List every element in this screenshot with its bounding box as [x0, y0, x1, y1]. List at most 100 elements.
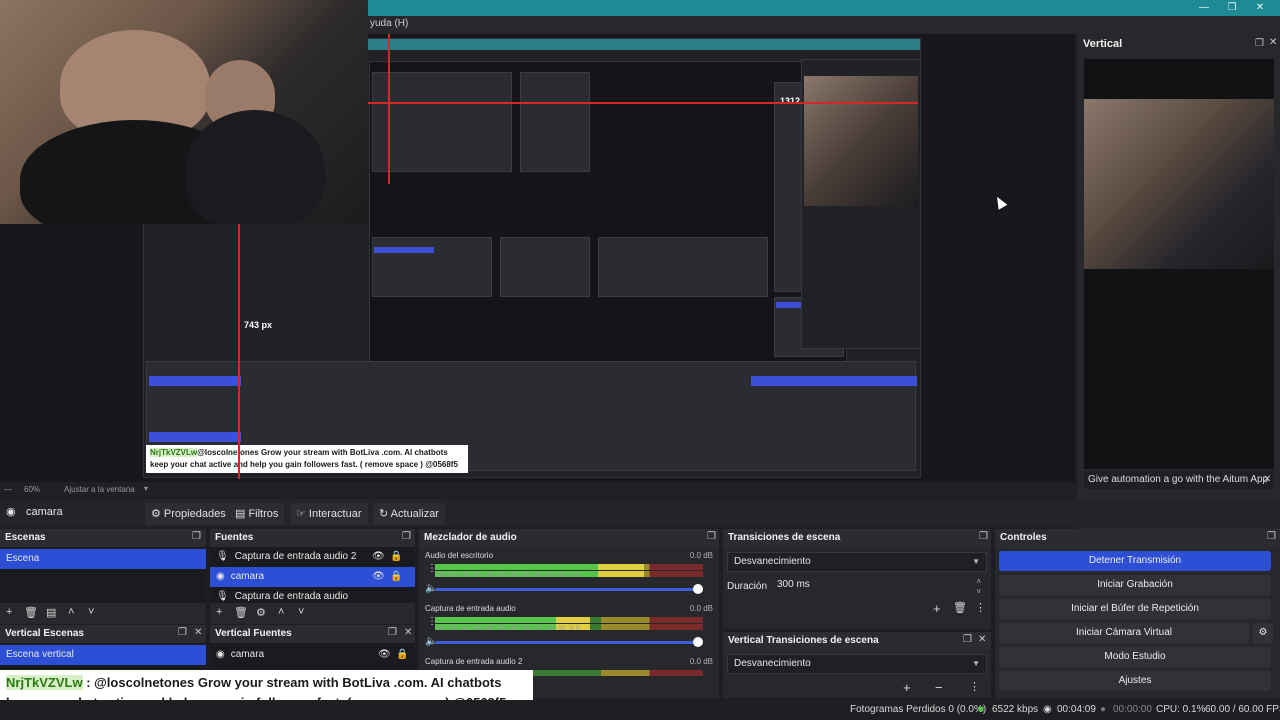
start-replay-buffer-button[interactable]: Iniciar el Búfer de Repetición: [999, 599, 1271, 619]
alignment-guide-v2: [238, 224, 240, 479]
eye-icon[interactable]: 👁: [372, 547, 385, 567]
add-icon[interactable]: +: [6, 606, 12, 618]
volume-slider[interactable]: [435, 584, 703, 594]
move-down-icon[interactable]: ˅: [298, 606, 304, 618]
vertical-scenes-header: Vertical Escenas ❐ ✕: [0, 625, 206, 643]
zoom-level[interactable]: 60%: [24, 485, 40, 494]
close-icon[interactable]: ✕: [1248, 0, 1272, 16]
controls-dock: Controles ❐ Detener Transmisión Iniciar …: [995, 529, 1280, 699]
nested-mini-mixer: [598, 237, 768, 297]
aitum-note: Give automation a go with the Aitum App: [1084, 471, 1274, 489]
vertical-dock-title: Vertical: [1083, 38, 1123, 50]
person-body-2: [185, 110, 325, 224]
stop-streaming-button[interactable]: Detener Transmisión: [999, 551, 1271, 571]
volume-knob[interactable]: [693, 584, 703, 594]
add-icon[interactable]: +: [216, 606, 222, 618]
zoom-dropdown-icon[interactable]: ▾: [144, 484, 148, 493]
gear-icon[interactable]: ⚙: [256, 606, 266, 619]
mouse-cursor-icon: [992, 194, 1008, 210]
gear-icon[interactable]: ⚙: [1253, 623, 1273, 643]
trash-icon[interactable]: 🗑: [234, 606, 248, 619]
nested-vertical-cam: [804, 76, 918, 206]
undock-icon[interactable]: ❐: [963, 634, 972, 645]
chevron-down-icon: ▼: [972, 659, 980, 668]
vertical-sources-header: Vertical Fuentes ❐ ✕: [210, 625, 415, 643]
mic-icon: 🎙: [216, 591, 229, 602]
start-recording-button[interactable]: Iniciar Grabación: [999, 575, 1271, 595]
nested-mini-scenes: [372, 237, 492, 297]
eye-icon[interactable]: 👁: [378, 645, 391, 665]
close-icon[interactable]: ✕: [1269, 37, 1277, 48]
scene-transitions-dock: Transiciones de escena ❐ Desvanecimiento…: [723, 529, 991, 629]
menu-icon[interactable]: ⋮: [969, 680, 980, 693]
px-label: 743 px: [244, 320, 273, 330]
chevron-down-icon: ▼: [972, 557, 980, 566]
properties-button[interactable]: ⚙ Propiedades: [145, 503, 232, 525]
lock-icon[interactable]: 🔒: [396, 645, 408, 665]
nested-mini-sources: [500, 237, 590, 297]
settings-button[interactable]: Ajustes: [999, 671, 1271, 691]
stream-time: 00:04:09: [1057, 704, 1096, 715]
vertical-scenes-dock: Vertical Escenas ❐ ✕ Escena vertical: [0, 625, 206, 670]
level-meter: [435, 564, 703, 570]
source-type-icon: ◉: [6, 506, 16, 518]
move-up-icon[interactable]: ˄: [278, 606, 284, 618]
studio-mode-button[interactable]: Modo Estudio: [999, 647, 1271, 667]
level-fill: [435, 564, 645, 570]
undock-icon[interactable]: ❐: [1267, 531, 1276, 542]
interact-button[interactable]: ☞ Interactuar: [290, 503, 368, 525]
filters-button[interactable]: ▤ Filtros: [229, 503, 285, 525]
fit-to-window[interactable]: Ajustar a la ventana: [64, 485, 135, 494]
close-icon[interactable]: ✕: [978, 634, 986, 645]
start-virtual-camera-button[interactable]: Iniciar Cámara Virtual: [999, 623, 1249, 643]
move-down-icon[interactable]: ˅: [88, 606, 94, 618]
source-item[interactable]: ◉ camara 👁 🔒: [210, 567, 415, 587]
signal-icon: ■: [978, 704, 985, 715]
scenes-list: Escena: [0, 547, 206, 603]
undock-icon[interactable]: ❐: [402, 531, 411, 542]
vertical-transitions-header: Vertical Transiciones de escena ❐ ✕: [723, 632, 991, 650]
close-note-icon[interactable]: ✕: [1263, 474, 1271, 485]
vertical-transition-select[interactable]: Desvanecimiento ▼: [727, 654, 987, 674]
source-item[interactable]: 🎙 Captura de entrada audio 2 👁 🔒: [210, 547, 415, 567]
lock-icon[interactable]: 🔒: [390, 567, 402, 587]
scenes-header: Escenas ❐: [0, 529, 206, 547]
add-icon[interactable]: +: [903, 680, 911, 695]
zoom-minus-icon[interactable]: —: [4, 485, 12, 494]
volume-knob[interactable]: [693, 637, 703, 647]
undock-icon[interactable]: ❐: [192, 531, 201, 542]
transitions-tools: + 🗑 ⋮: [723, 599, 991, 617]
level-fill: [435, 617, 591, 623]
duration-spinbox[interactable]: 300 ms ˄ ˅: [771, 576, 987, 596]
remove-icon[interactable]: −: [935, 680, 943, 695]
undock-icon[interactable]: ❐: [707, 531, 716, 542]
sources-tools: + 🗑 ⚙ ˄ ˅: [210, 604, 415, 622]
close-icon[interactable]: ✕: [194, 627, 202, 638]
refresh-button[interactable]: ↻ Actualizar: [373, 503, 445, 525]
undock-icon[interactable]: ❐: [388, 627, 397, 638]
vertical-scenes-list: Escena vertical: [0, 643, 206, 670]
trash-icon[interactable]: 🗑: [953, 601, 967, 614]
restore-icon[interactable]: ❐: [1220, 0, 1244, 16]
source-item[interactable]: 🎙 Captura de entrada audio: [210, 587, 415, 603]
menu-help[interactable]: yuda (H): [370, 18, 408, 29]
transition-select[interactable]: Desvanecimiento ▼: [727, 552, 987, 572]
nested-chat-overlay: NrjTkVZVLw@loscolnetones Grow your strea…: [146, 445, 468, 473]
undock-icon[interactable]: ❐: [1255, 38, 1264, 49]
undock-icon[interactable]: ❐: [178, 627, 187, 638]
minimize-icon[interactable]: —: [1192, 0, 1216, 16]
scene-item[interactable]: Escena: [0, 549, 206, 569]
eye-icon[interactable]: 👁: [372, 567, 385, 587]
close-icon[interactable]: ✕: [404, 627, 412, 638]
menu-icon[interactable]: ⋮: [975, 601, 986, 614]
vertical-source-item[interactable]: ◉ camara 👁 🔒: [210, 645, 415, 665]
lock-icon[interactable]: 🔒: [390, 547, 402, 567]
source-toolbar: ◉ camara ⚙ Propiedades ▤ Filtros ☞ Inter…: [0, 499, 1280, 527]
vertical-scene-item[interactable]: Escena vertical: [0, 645, 206, 665]
volume-slider[interactable]: [435, 637, 703, 647]
filter-icon[interactable]: ▤: [46, 606, 56, 619]
trash-icon[interactable]: 🗑: [24, 606, 38, 619]
undock-icon[interactable]: ❐: [979, 531, 988, 542]
move-up-icon[interactable]: ˄: [68, 606, 74, 618]
add-icon[interactable]: +: [933, 601, 941, 616]
